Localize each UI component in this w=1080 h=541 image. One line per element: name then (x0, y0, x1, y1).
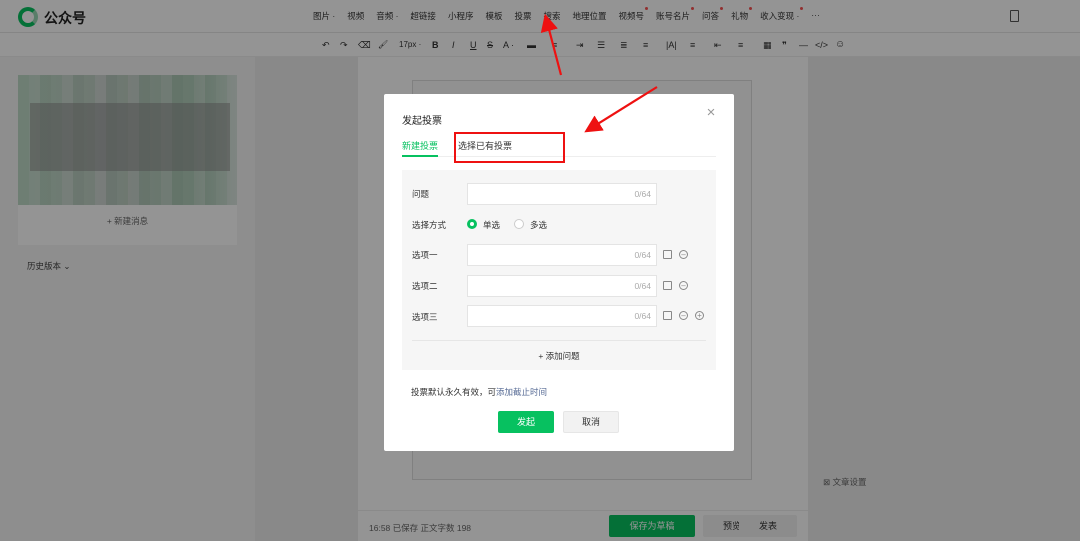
image-icon[interactable] (663, 311, 672, 320)
annotation-highlight-box (454, 132, 565, 163)
remove-option-icon[interactable]: – (679, 311, 688, 320)
single-choice-radio[interactable] (467, 219, 477, 229)
question-label: 问题 (412, 189, 430, 199)
app-root: 公众号 图片 · 视频 音频 · 超链接 小程序 模板 投票 搜索 地理位置 视频号 账号名片 问答礼… (0, 0, 1080, 541)
add-deadline-link[interactable]: 添加截止时间 (496, 387, 547, 397)
start-vote-button[interactable]: 发起 (498, 411, 554, 433)
question-counter: 0/64 (634, 189, 651, 199)
image-icon[interactable] (663, 281, 672, 290)
option1-counter: 0/64 (634, 250, 651, 260)
tab-new-vote[interactable]: 新建投票 (402, 139, 439, 157)
question-input[interactable]: 0/64 (467, 183, 657, 205)
form-divider (412, 340, 706, 341)
remove-option-icon[interactable]: – (679, 250, 688, 259)
dialog-title: 发起投票 (402, 116, 442, 127)
add-question-button[interactable]: + 添加问题 (402, 350, 716, 362)
multi-choice-label: 多选 (530, 220, 548, 230)
option1-label: 选项一 (412, 250, 438, 260)
close-icon[interactable]: × (704, 105, 718, 120)
option3-input[interactable]: 0/64 (467, 305, 657, 327)
cancel-button[interactable]: 取消 (563, 411, 619, 433)
add-option-icon[interactable]: + (695, 311, 704, 320)
multi-choice-radio[interactable] (514, 219, 524, 229)
image-icon[interactable] (663, 250, 672, 259)
vote-form: 问题 0/64 选择方式 单选 多选 选项一 0/64 – 选项二 0/64 –… (402, 170, 716, 370)
option3-counter: 0/64 (634, 311, 651, 321)
vote-dialog: 发起投票 × 新建投票 选择已有投票 问题 0/64 选择方式 单选 多选 选项… (384, 94, 734, 451)
remove-option-icon[interactable]: – (679, 281, 688, 290)
option1-input[interactable]: 0/64 (467, 244, 657, 266)
single-choice-label: 单选 (483, 220, 501, 230)
option2-input[interactable]: 0/64 (467, 275, 657, 297)
mode-label: 选择方式 (412, 220, 447, 230)
option2-label: 选项二 (412, 281, 438, 291)
validity-note-text: 投票默认永久有效，可 (411, 387, 497, 397)
option2-counter: 0/64 (634, 281, 651, 291)
option3-label: 选项三 (412, 312, 438, 322)
validity-note: 投票默认永久有效，可添加截止时间 (411, 386, 547, 398)
